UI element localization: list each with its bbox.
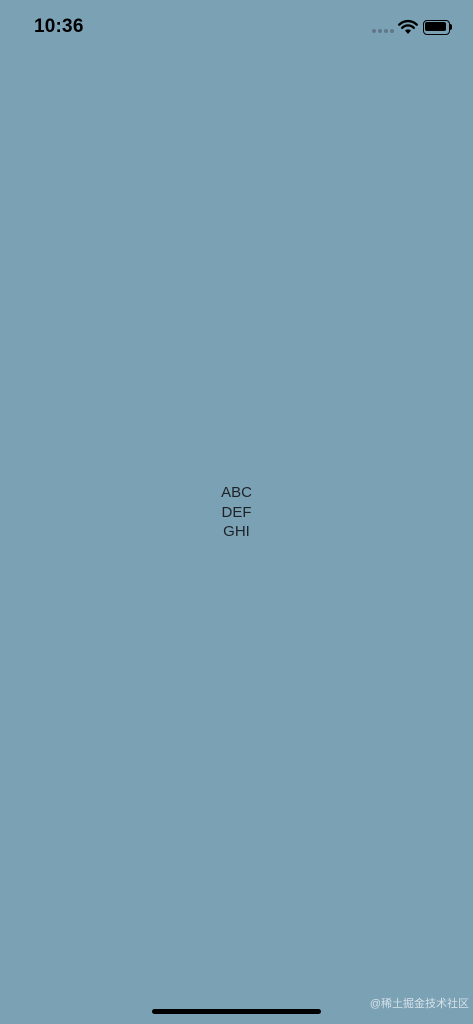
cellular-signal-icon (372, 29, 394, 35)
home-indicator[interactable] (152, 1009, 321, 1014)
app-screen: 10:36 ABC DEF GHI @稀土掘金技术社区 (0, 0, 473, 1024)
label-line-3: GHI (223, 523, 250, 540)
battery-icon (423, 20, 453, 35)
wifi-icon (398, 19, 418, 34)
watermark: @稀土掘金技术社区 (369, 998, 469, 1010)
status-bar: 10:36 (0, 0, 473, 56)
label-line-1: ABC (221, 484, 252, 501)
label-line-2: DEF (221, 503, 252, 521)
status-time: 10:36 (34, 16, 84, 37)
multiline-label: ABC DEF GHI (0, 483, 473, 542)
